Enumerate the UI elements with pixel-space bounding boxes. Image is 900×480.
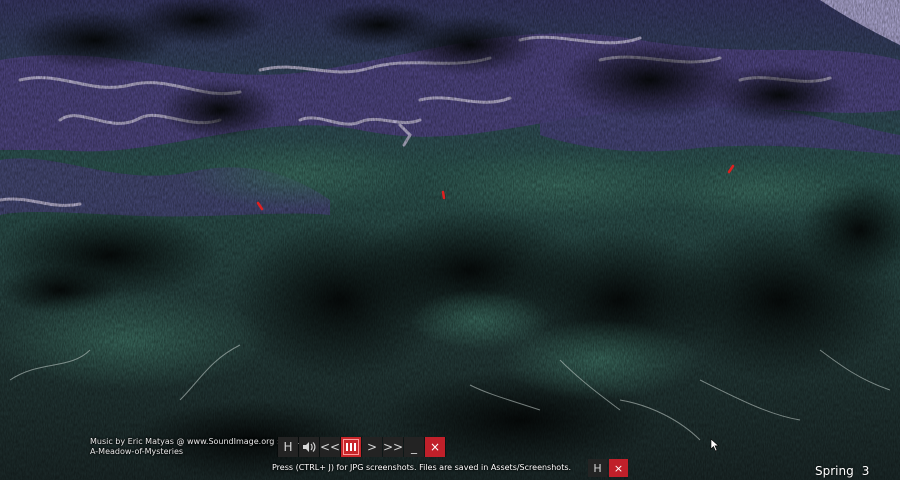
game-viewport[interactable]: Music by Eric Matyas @ www.SoundImage.or… (0, 0, 900, 480)
unit-marker (441, 190, 446, 200)
pause-bars-icon (346, 443, 356, 451)
mouse-cursor-icon (710, 438, 720, 452)
screenshot-hint: Press (CTRL+ J) for JPG screenshots. Fil… (272, 463, 572, 472)
play-button[interactable]: > (362, 437, 382, 457)
speaker-icon (303, 442, 316, 452)
music-track-name: A-Meadow-of-Mysteries (90, 447, 184, 456)
music-credit: Music by Eric Matyas @ www.SoundImage.or… (90, 437, 300, 457)
pause-button[interactable] (341, 437, 361, 457)
season-indicator: Spring 3 (815, 464, 869, 478)
close-button[interactable]: × (425, 437, 445, 457)
close-panel-button[interactable]: × (609, 459, 628, 477)
game-toolbar: H << > >> _ × (277, 437, 446, 457)
fast-forward-button[interactable]: >> (383, 437, 403, 457)
minimize-button[interactable]: _ (404, 437, 424, 457)
hide-panel-button[interactable]: H (588, 459, 607, 477)
rewind-button[interactable]: << (320, 437, 340, 457)
terrain-texture (0, 0, 900, 480)
sound-button[interactable] (299, 437, 319, 457)
music-credit-line: Music by Eric Matyas @ www.SoundImage.or… (90, 437, 300, 446)
season-name: Spring (815, 464, 854, 478)
hide-ui-button[interactable]: H (278, 437, 298, 457)
terrain-scene[interactable] (0, 0, 900, 480)
secondary-toolbar: H × (588, 459, 628, 477)
season-number: 3 (861, 464, 870, 478)
